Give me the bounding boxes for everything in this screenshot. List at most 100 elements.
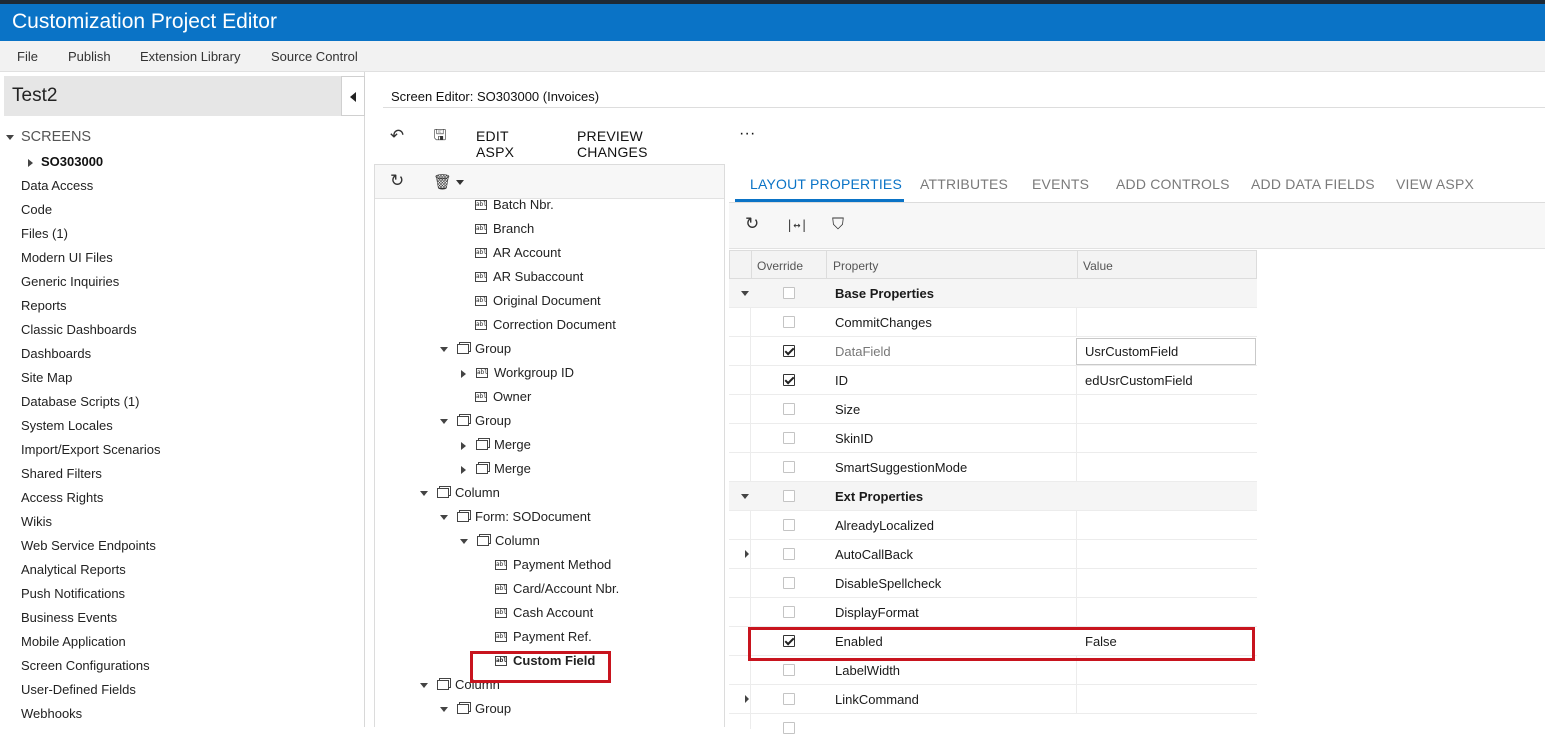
tree-node[interactable]: abl Cash Account	[495, 605, 593, 629]
override-checkbox[interactable]	[783, 374, 795, 386]
tree-node[interactable]: abl Branch	[475, 221, 534, 245]
tree-node[interactable]: Merge	[461, 461, 531, 485]
tree-node[interactable]: abl Payment Ref.	[495, 629, 592, 653]
value-cell[interactable]	[1076, 395, 1257, 424]
tree-node[interactable]: abl Workgroup ID	[461, 365, 574, 389]
tab-add-controls[interactable]: ADD CONTROLS	[1116, 176, 1230, 192]
save-icon[interactable]: 🖫	[428, 122, 452, 150]
property-row[interactable]: SkinID	[729, 424, 1257, 453]
menu-source-control[interactable]: Source Control	[271, 49, 358, 64]
edit-aspx-button[interactable]: EDIT ASPX	[476, 128, 514, 160]
tree-node[interactable]: abl AR Subaccount	[475, 269, 583, 293]
tree-node[interactable]: abl Correction Document	[475, 317, 616, 341]
value-cell[interactable]	[1076, 540, 1257, 569]
chevron-down-icon[interactable]	[420, 491, 428, 497]
override-checkbox[interactable]	[783, 461, 795, 473]
nav-item[interactable]: Mobile Application	[21, 634, 160, 658]
value-cell[interactable]	[1076, 308, 1257, 337]
chevron-down-icon[interactable]	[741, 494, 749, 499]
nav-item[interactable]: Push Notifications	[21, 586, 160, 610]
chevron-right-icon[interactable]	[745, 550, 749, 558]
tab-attributes[interactable]: ATTRIBUTES	[920, 176, 1008, 192]
override-checkbox[interactable]	[783, 577, 795, 589]
chevron-down-icon[interactable]	[420, 683, 428, 689]
override-checkbox[interactable]	[783, 490, 795, 502]
tree-node[interactable]: abl Card/Account Nbr.	[495, 581, 619, 605]
tree-node[interactable]: Column	[420, 485, 500, 509]
preview-changes-button[interactable]: PREVIEW CHANGES	[577, 128, 648, 160]
tree-node[interactable]: Group	[440, 701, 511, 725]
nav-screen-item[interactable]: SO303000	[28, 154, 103, 169]
chevron-right-icon[interactable]	[461, 369, 466, 378]
property-row[interactable]: ID edUsrCustomField	[729, 366, 1257, 395]
tab-view-aspx[interactable]: VIEW ASPX	[1396, 176, 1474, 192]
property-row[interactable]: DisableSpellcheck	[729, 569, 1257, 598]
nav-item[interactable]: Analytical Reports	[21, 562, 160, 586]
override-checkbox[interactable]	[783, 287, 795, 299]
chevron-down-icon[interactable]	[440, 515, 448, 521]
nav-item[interactable]: Access Rights	[21, 490, 160, 514]
nav-item[interactable]: Classic Dashboards	[21, 322, 160, 346]
value-cell[interactable]	[1076, 569, 1257, 598]
override-checkbox[interactable]	[783, 606, 795, 618]
nav-item[interactable]: Site Map	[21, 370, 160, 394]
nav-item[interactable]: Import/Export Scenarios	[21, 442, 160, 466]
value-cell[interactable]	[1076, 453, 1257, 482]
override-checkbox[interactable]	[783, 403, 795, 415]
tree-node[interactable]: Group	[440, 413, 511, 437]
column-header-value[interactable]: Value	[1083, 259, 1113, 273]
nav-item[interactable]: Web Service Endpoints	[21, 538, 160, 562]
menu-file[interactable]: File	[17, 49, 38, 64]
delete-icon[interactable]: 🗑	[433, 173, 452, 191]
tree-node[interactable]: Merge	[461, 437, 531, 461]
override-checkbox[interactable]	[783, 664, 795, 676]
tree-node[interactable]: abl Batch Nbr.	[475, 197, 554, 221]
nav-item[interactable]: User-Defined Fields	[21, 682, 160, 706]
override-checkbox[interactable]	[783, 548, 795, 560]
nav-item[interactable]: Generic Inquiries	[21, 274, 160, 298]
property-row[interactable]: CommitChanges	[729, 308, 1257, 337]
tree-node[interactable]: abl Payment Method	[495, 557, 611, 581]
chevron-down-icon[interactable]	[440, 707, 448, 713]
tab-add-data-fields[interactable]: ADD DATA FIELDS	[1251, 176, 1375, 192]
nav-item[interactable]: Wikis	[21, 514, 160, 538]
collapse-panel-button[interactable]	[341, 76, 365, 116]
override-checkbox[interactable]	[783, 693, 795, 705]
nav-item[interactable]: Webhooks	[21, 706, 160, 730]
chevron-down-icon[interactable]	[440, 347, 448, 353]
override-checkbox[interactable]	[783, 432, 795, 444]
property-group-row[interactable]: Base Properties	[729, 279, 1257, 308]
value-cell[interactable]	[1076, 511, 1257, 540]
override-checkbox[interactable]	[783, 519, 795, 531]
property-row[interactable]: SmartSuggestionMode	[729, 453, 1257, 482]
nav-item[interactable]: Code	[21, 202, 160, 226]
undo-icon[interactable]: ↶	[385, 122, 409, 150]
refresh-icon[interactable]: ↻	[745, 214, 759, 234]
nav-item[interactable]: Dashboards	[21, 346, 160, 370]
value-cell[interactable]	[1076, 424, 1257, 453]
chevron-right-icon[interactable]	[745, 695, 749, 703]
value-cell[interactable]	[1076, 685, 1257, 714]
property-row[interactable]: DataField UsrCustomField	[729, 337, 1257, 366]
nav-item[interactable]: Database Scripts (1)	[21, 394, 160, 418]
property-row[interactable]: AutoCallBack	[729, 540, 1257, 569]
tree-node[interactable]: abl Original Document	[475, 293, 601, 317]
property-group-row[interactable]: Ext Properties	[729, 482, 1257, 511]
tree-node[interactable]: abl Owner	[475, 389, 531, 413]
chevron-right-icon[interactable]	[461, 441, 466, 450]
property-row[interactable]: Size	[729, 395, 1257, 424]
property-row[interactable]: LinkCommand	[729, 685, 1257, 714]
tree-node[interactable]: Column	[460, 533, 540, 557]
nav-item[interactable]: Business Events	[21, 610, 160, 634]
chevron-down-icon[interactable]	[460, 539, 468, 545]
tab-layout-properties[interactable]: LAYOUT PROPERTIES	[750, 176, 902, 192]
nav-item[interactable]: Data Access	[21, 178, 160, 202]
override-checkbox[interactable]	[783, 316, 795, 328]
menu-extension-library[interactable]: Extension Library	[140, 49, 240, 64]
tab-events[interactable]: EVENTS	[1032, 176, 1089, 192]
nav-item[interactable]: Files (1)	[21, 226, 160, 250]
tree-node[interactable]: abl AR Account	[475, 245, 561, 269]
nav-item[interactable]: Screen Configurations	[21, 658, 160, 682]
nav-item[interactable]: System Locales	[21, 418, 160, 442]
more-options-button[interactable]: ···	[739, 125, 756, 143]
